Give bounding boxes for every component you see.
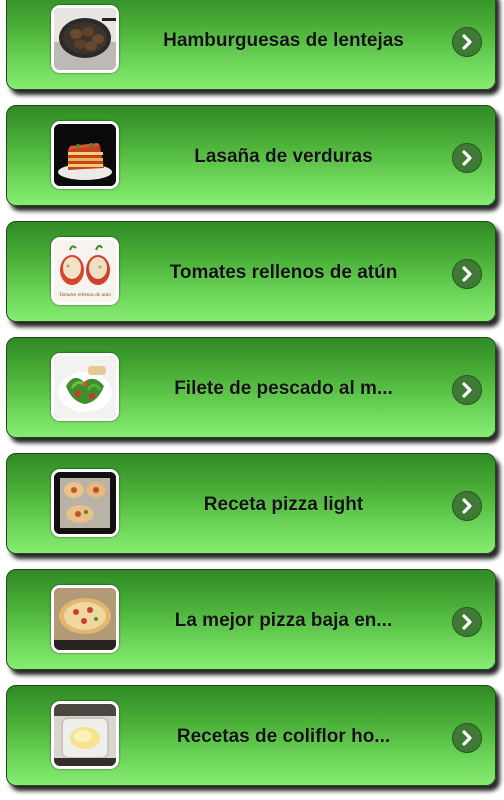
chevron-right-icon[interactable] [452, 27, 482, 57]
chevron-right-icon[interactable] [452, 607, 482, 637]
recipe-title: Tomates rellenos de atún [169, 261, 398, 283]
recipe-title: Receta pizza light [203, 493, 364, 515]
chevron-right-icon[interactable] [452, 143, 482, 173]
recipe-card-tomates-rellenos[interactable]: Tomates rellenos de atún Tomates relleno… [6, 221, 496, 322]
thumbnail-caption: Tomates rellenos de atún [59, 292, 111, 298]
light-pizza-photo [54, 472, 116, 534]
recipe-card-pizza-light[interactable]: Receta pizza light [6, 453, 496, 554]
cauliflower-dish-photo [54, 704, 116, 766]
low-cal-pizza-photo [54, 588, 116, 650]
recipe-title: La mejor pizza baja en... [174, 609, 393, 631]
recipe-card-recetas-coliflor[interactable]: Recetas de coliflor ho... [6, 685, 496, 786]
recipe-title: Hamburguesas de lentejas [163, 29, 404, 51]
recipe-list: Hamburguesas de lentejas Lasaña de verdu… [0, 0, 504, 800]
chevron-right-icon[interactable] [452, 491, 482, 521]
vegetable-lasagna-photo [54, 124, 116, 186]
chevron-right-icon[interactable] [452, 723, 482, 753]
recipe-card-lasana-verduras[interactable]: Lasaña de verduras [6, 105, 496, 206]
recipe-card-mejor-pizza[interactable]: La mejor pizza baja en... [6, 569, 496, 670]
lentil-burgers-photo [54, 8, 116, 70]
recipe-thumbnail [51, 121, 119, 189]
recipe-thumbnail: Tomates rellenos de atún [51, 237, 119, 305]
chevron-right-icon[interactable] [452, 259, 482, 289]
recipe-thumbnail [51, 469, 119, 537]
recipe-card-hamburguesas-lentejas[interactable]: Hamburguesas de lentejas [6, 0, 496, 90]
chevron-right-icon[interactable] [452, 375, 482, 405]
recipe-thumbnail [51, 701, 119, 769]
fish-fillet-salad-photo [54, 356, 116, 418]
recipe-thumbnail [51, 353, 119, 421]
recipe-thumbnail [51, 585, 119, 653]
recipe-title: Lasaña de verduras [194, 145, 373, 167]
recipe-title: Filete de pescado al m... [174, 377, 393, 399]
recipe-thumbnail [51, 5, 119, 73]
recipe-title: Recetas de coliflor ho... [176, 725, 391, 747]
recipe-card-filete-pescado[interactable]: Filete de pescado al m... [6, 337, 496, 438]
stuffed-tomatoes-photo: Tomates rellenos de atún [54, 240, 116, 302]
